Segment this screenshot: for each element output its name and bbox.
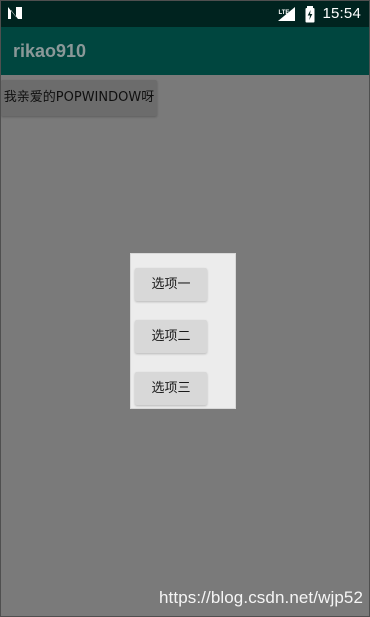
source-watermark: https://blog.csdn.net/wjp52 [159, 588, 363, 607]
option-two-button[interactable]: 选项二 [135, 320, 207, 353]
signal-icon: LTE [278, 7, 296, 21]
app-title: rikao910 [13, 41, 87, 61]
popup-window: 选项一 选项二 选项三 [131, 254, 235, 408]
notification-icon [8, 7, 22, 19]
option-three-button[interactable]: 选项三 [135, 372, 207, 405]
app-bar: rikao910 [1, 27, 369, 75]
status-time: 15:54 [322, 5, 361, 22]
phone-screen: LTE 15:54 rikao910 我亲爱的POPWINDOW呀 选项一 选项… [0, 0, 370, 617]
popwindow-button[interactable]: 我亲爱的POPWINDOW呀 [1, 80, 157, 116]
status-icons: LTE 15:54 [277, 3, 361, 25]
option-one-button[interactable]: 选项一 [135, 268, 207, 301]
status-bar: LTE 15:54 [1, 1, 369, 27]
dimmed-content-area: 我亲爱的POPWINDOW呀 选项一 选项二 选项三 https://blog.… [1, 75, 369, 616]
battery-charging-icon [305, 5, 315, 22]
network-type-label: LTE [279, 10, 290, 16]
